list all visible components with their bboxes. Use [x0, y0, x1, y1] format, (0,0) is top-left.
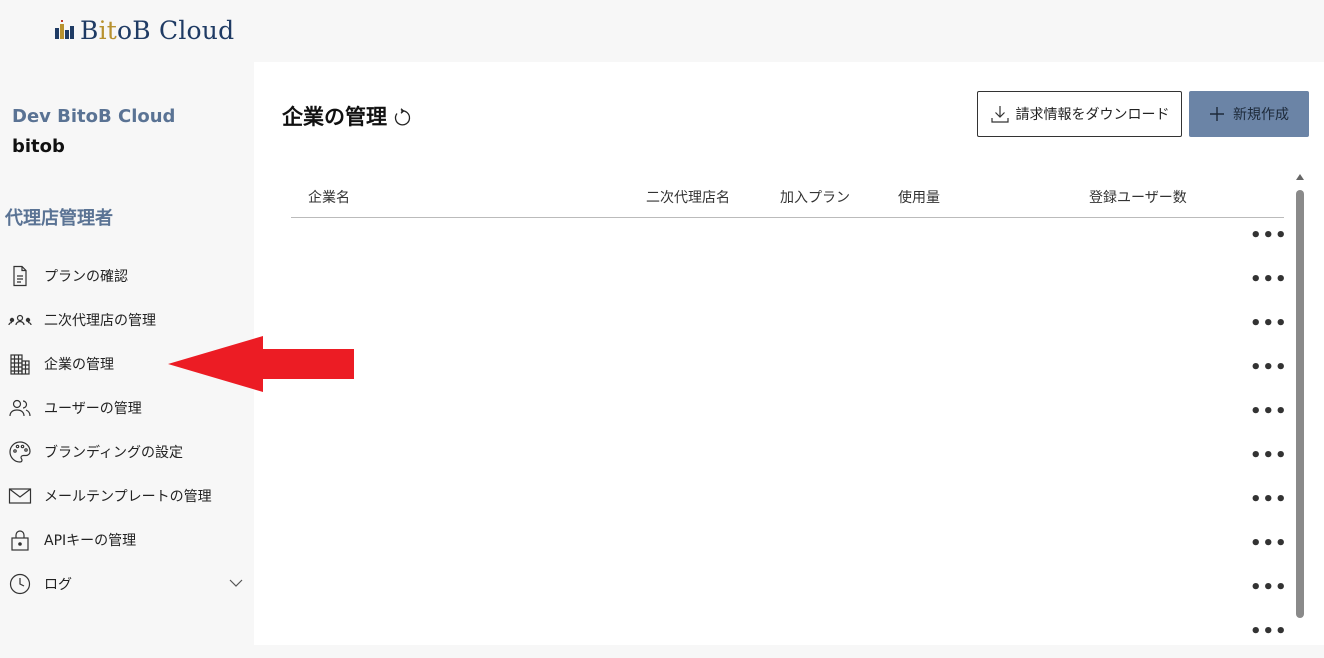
- sidebar-item-label: 企業の管理: [44, 357, 114, 373]
- column-company-name[interactable]: 企業名: [308, 187, 350, 207]
- sidebar-item-label: APIキーの管理: [44, 533, 137, 549]
- table-row[interactable]: •••: [291, 614, 1287, 658]
- sidebar-item-plan[interactable]: プランの確認: [0, 254, 254, 298]
- table-row[interactable]: •••: [291, 262, 1287, 306]
- column-plan[interactable]: 加入プラン: [780, 187, 850, 207]
- sidebar-nav: プランの確認 二次代理店の管理 企業の管理 ユーザーの管理 ブランディングの設定: [0, 254, 254, 606]
- more-options-icon[interactable]: •••: [1250, 579, 1287, 602]
- sidebar-item-label: ユーザーの管理: [44, 401, 142, 417]
- sidebar-item-label: ブランディングの設定: [44, 445, 184, 461]
- tenant-name: Dev BitoB Cloud: [12, 106, 176, 127]
- users-icon: [7, 395, 33, 421]
- plus-icon: [1210, 107, 1224, 121]
- table-row[interactable]: •••: [291, 350, 1287, 394]
- table-row[interactable]: •••: [291, 306, 1287, 350]
- palette-icon: [7, 439, 33, 465]
- more-options-icon[interactable]: •••: [1250, 271, 1287, 294]
- table-body: ••• ••• ••• ••• ••• ••• ••• ••• ••• •••: [291, 218, 1287, 658]
- refresh-icon[interactable]: [391, 108, 411, 128]
- column-sub-agency-name[interactable]: 二次代理店名: [646, 187, 730, 207]
- main-content: 企業の管理 請求情報をダウンロード 新規作成 企業名 二次代理店名 加入プラン …: [254, 62, 1324, 645]
- scroll-thumb[interactable]: [1296, 190, 1304, 618]
- people-group-icon: [7, 307, 33, 333]
- sidebar-item-mail-templates[interactable]: メールテンプレートの管理: [0, 474, 254, 518]
- sidebar-item-label: プランの確認: [44, 269, 128, 285]
- mail-icon: [7, 483, 33, 509]
- sidebar-item-label: メールテンプレートの管理: [44, 489, 212, 505]
- sidebar-item-branding[interactable]: ブランディングの設定: [0, 430, 254, 474]
- annotation-arrow-icon: [168, 336, 354, 392]
- more-options-icon[interactable]: •••: [1250, 491, 1287, 514]
- brand-logo[interactable]: BitoB Cloud: [54, 14, 234, 46]
- chevron-down-icon[interactable]: [228, 575, 244, 591]
- more-options-icon[interactable]: •••: [1250, 623, 1287, 646]
- table-header: 企業名 二次代理店名 加入プラン 使用量 登録ユーザー数: [291, 179, 1284, 218]
- sidebar-item-api-keys[interactable]: APIキーの管理: [0, 518, 254, 562]
- download-icon: [990, 106, 1009, 123]
- sidebar-item-logs[interactable]: ログ: [0, 562, 254, 606]
- column-registered-users[interactable]: 登録ユーザー数: [1089, 187, 1187, 207]
- logo-mark-icon: [55, 20, 74, 39]
- download-billing-button[interactable]: 請求情報をダウンロード: [977, 91, 1182, 137]
- page-title: 企業の管理: [282, 101, 411, 131]
- more-options-icon[interactable]: •••: [1250, 227, 1287, 250]
- more-options-icon[interactable]: •••: [1250, 403, 1287, 426]
- sidebar-item-label: ログ: [44, 577, 72, 593]
- table-row[interactable]: •••: [291, 394, 1287, 438]
- table-row[interactable]: •••: [291, 218, 1287, 262]
- role-title: 代理店管理者: [5, 208, 113, 229]
- table-row[interactable]: •••: [291, 482, 1287, 526]
- table-row[interactable]: •••: [291, 526, 1287, 570]
- table-row[interactable]: •••: [291, 438, 1287, 482]
- lock-icon: [7, 527, 33, 553]
- create-new-button[interactable]: 新規作成: [1189, 91, 1309, 137]
- document-icon: [7, 263, 33, 289]
- more-options-icon[interactable]: •••: [1250, 535, 1287, 558]
- brand-name: BitoB Cloud: [80, 15, 235, 45]
- column-usage[interactable]: 使用量: [898, 187, 940, 207]
- more-options-icon[interactable]: •••: [1250, 359, 1287, 382]
- vertical-scrollbar[interactable]: [1293, 174, 1307, 645]
- more-options-icon[interactable]: •••: [1250, 315, 1287, 338]
- scroll-up-icon[interactable]: [1296, 174, 1304, 180]
- table-row[interactable]: •••: [291, 570, 1287, 614]
- create-new-label: 新規作成: [1233, 107, 1289, 123]
- more-options-icon[interactable]: •••: [1250, 447, 1287, 470]
- history-icon: [7, 571, 33, 597]
- building-icon: [7, 351, 33, 377]
- top-bar: BitoB Cloud: [0, 0, 1324, 62]
- page-title-text: 企業の管理: [282, 105, 387, 129]
- tenant-id: bitob: [12, 136, 65, 157]
- sidebar-item-label: 二次代理店の管理: [44, 313, 156, 329]
- download-billing-label: 請求情報をダウンロード: [1015, 107, 1170, 123]
